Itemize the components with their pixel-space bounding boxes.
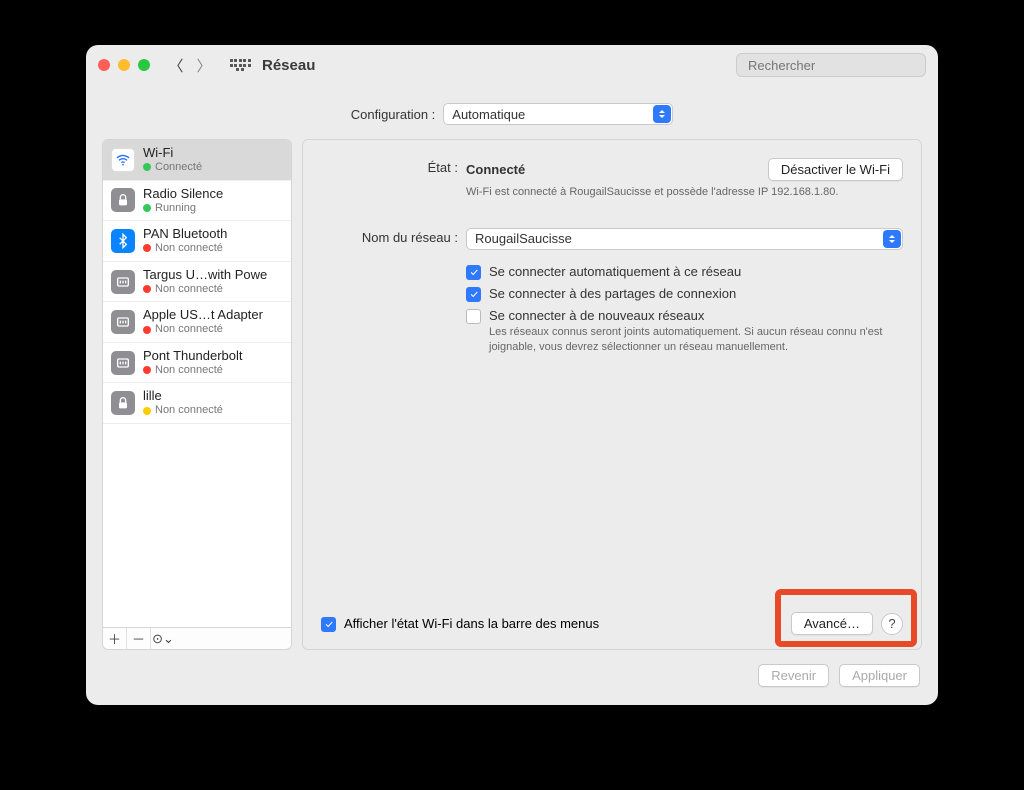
- nav-buttons: 〈 〉: [164, 53, 216, 77]
- hotspot-label: Se connecter à des partages de connexion: [489, 286, 736, 301]
- service-thunderbolt-bridge[interactable]: Pont Thunderbolt Non connecté: [103, 343, 291, 384]
- ethernet-icon: [111, 270, 135, 294]
- service-targus-ethernet[interactable]: Targus U…with Powe Non connecté: [103, 262, 291, 303]
- network-name-value: RougailSaucisse: [475, 231, 572, 246]
- network-preferences-window: 〈 〉 Réseau Configuration : Automatique: [86, 45, 938, 705]
- remove-service-button[interactable]: －: [127, 628, 151, 649]
- zoom-window-button[interactable]: [138, 59, 150, 71]
- lock-icon: [111, 188, 135, 212]
- location-label: Configuration :: [351, 107, 436, 122]
- window-title: Réseau: [262, 57, 315, 74]
- state-label: État :: [321, 158, 466, 175]
- status-dot-icon: [143, 366, 151, 374]
- advanced-button[interactable]: Avancé…: [791, 612, 873, 635]
- services-sidebar: Wi-Fi Connecté Radio Silence Running: [102, 139, 292, 650]
- forward-button[interactable]: 〉: [192, 53, 216, 77]
- toggle-wifi-button[interactable]: Désactiver le Wi-Fi: [768, 158, 903, 181]
- location-value: Automatique: [452, 107, 525, 122]
- new-networks-note: Les réseaux connus seront joints automat…: [489, 325, 903, 355]
- service-radio-silence[interactable]: Radio Silence Running: [103, 181, 291, 222]
- services-list: Wi-Fi Connecté Radio Silence Running: [102, 139, 292, 628]
- show-in-menu-label: Afficher l'état Wi-Fi dans la barre des …: [344, 616, 599, 631]
- new-networks-label: Se connecter à de nouveaux réseaux: [489, 308, 704, 323]
- new-networks-checkbox[interactable]: [466, 309, 481, 324]
- service-name: Wi-Fi: [143, 146, 202, 161]
- search-input[interactable]: [748, 58, 924, 73]
- search-field[interactable]: [736, 53, 926, 77]
- back-button[interactable]: 〈: [164, 53, 188, 77]
- apply-button[interactable]: Appliquer: [839, 664, 920, 687]
- service-name: Pont Thunderbolt: [143, 349, 243, 364]
- select-arrows-icon: [883, 230, 901, 248]
- revert-button[interactable]: Revenir: [758, 664, 829, 687]
- show-in-menu-checkbox[interactable]: [321, 617, 336, 632]
- ethernet-icon: [111, 310, 135, 334]
- close-window-button[interactable]: [98, 59, 110, 71]
- state-value: Connecté: [466, 162, 525, 177]
- add-service-button[interactable]: ＋: [103, 628, 127, 649]
- lock-icon: [111, 391, 135, 415]
- service-actions-button[interactable]: ⊙⌄: [151, 628, 175, 649]
- service-name: Targus U…with Powe: [143, 268, 267, 283]
- sidebar-toolbar: ＋ － ⊙⌄: [102, 628, 292, 650]
- service-bluetooth-pan[interactable]: PAN Bluetooth Non connecté: [103, 221, 291, 262]
- help-button[interactable]: ?: [881, 613, 903, 635]
- hotspot-checkbox[interactable]: [466, 287, 481, 302]
- titlebar: 〈 〉 Réseau: [86, 45, 938, 85]
- network-name-label: Nom du réseau :: [321, 228, 466, 245]
- show-all-button[interactable]: [228, 53, 252, 77]
- traffic-lights: [98, 59, 150, 71]
- minimize-window-button[interactable]: [118, 59, 130, 71]
- status-dot-icon: [143, 163, 151, 171]
- status-dot-icon: [143, 326, 151, 334]
- network-name-select[interactable]: RougailSaucisse: [466, 228, 903, 250]
- status-dot-icon: [143, 407, 151, 415]
- bluetooth-icon: [111, 229, 135, 253]
- select-arrows-icon: [653, 105, 671, 123]
- location-row: Configuration : Automatique: [86, 85, 938, 139]
- service-vpn-lille[interactable]: lille Non connecté: [103, 383, 291, 424]
- service-name: PAN Bluetooth: [143, 227, 227, 242]
- status-dot-icon: [143, 244, 151, 252]
- wifi-icon: [111, 148, 135, 172]
- status-dot-icon: [143, 285, 151, 293]
- window-footer: Revenir Appliquer: [86, 650, 938, 705]
- ethernet-icon: [111, 351, 135, 375]
- service-apple-usb-adapter[interactable]: Apple US…t Adapter Non connecté: [103, 302, 291, 343]
- detail-panel: État : Connecté Désactiver le Wi-Fi Wi-F…: [302, 139, 922, 650]
- auto-connect-checkbox[interactable]: [466, 265, 481, 280]
- location-select[interactable]: Automatique: [443, 103, 673, 125]
- status-dot-icon: [143, 204, 151, 212]
- state-description: Wi-Fi est connecté à RougailSaucisse et …: [466, 185, 866, 200]
- auto-connect-label: Se connecter automatiquement à ce réseau: [489, 264, 741, 279]
- service-wifi[interactable]: Wi-Fi Connecté: [103, 140, 291, 181]
- service-name: Apple US…t Adapter: [143, 308, 263, 323]
- service-name: Radio Silence: [143, 187, 223, 202]
- service-name: lille: [143, 389, 223, 404]
